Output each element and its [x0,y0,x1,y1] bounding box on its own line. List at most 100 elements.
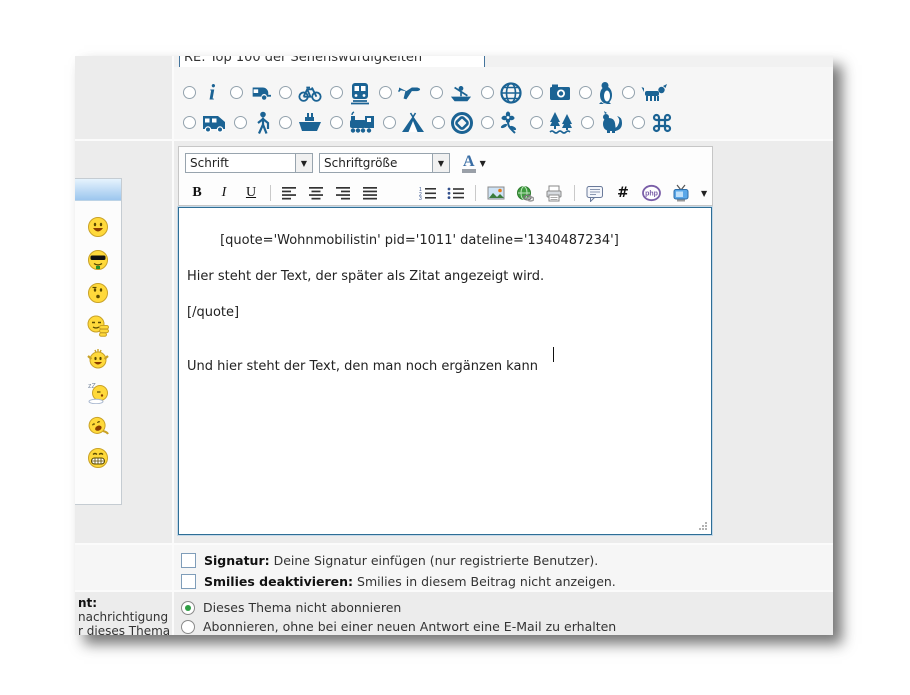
smilie-rofl[interactable] [86,413,110,437]
post-icon-radio-train[interactable] [330,86,343,99]
font-color-dropdown-arrow[interactable]: ▼ [480,159,486,168]
post-icon-radio-squirrel[interactable] [581,116,594,129]
post-icon-radio-flower[interactable] [481,116,494,129]
locomotive-icon [348,111,376,135]
signature-label: Signatur: Deine Signatur einfügen (nur r… [204,553,598,568]
resize-grip[interactable] [698,521,708,531]
post-icon-radio-tent[interactable] [383,116,396,129]
font-size-select[interactable]: Schriftgröße ▼ [319,153,450,173]
post-icon-radio-locomotive[interactable] [330,116,343,129]
smilie-cheer[interactable] [86,347,110,371]
smilie-column: zZ [75,141,172,543]
italic-button[interactable]: I [216,184,232,202]
penguin-icon [597,81,615,105]
smilie-panel: zZ [75,178,122,505]
smilie-huh[interactable] [86,281,110,305]
underline-button[interactable]: U [243,184,259,202]
subscription-label-fragment: r dieses Thema [78,624,170,635]
rowing-icon [448,82,474,104]
flower-icon [499,111,523,135]
message-textarea[interactable]: [quote='Wohnmobilistin' pid='1011' datel… [178,207,712,535]
subscription-label-fragment: nt: [78,596,97,610]
post-icon-radio-ship[interactable] [279,116,292,129]
bold-button[interactable]: B [189,184,205,202]
post-options-label-column [75,545,172,590]
smilie-smile[interactable] [86,215,110,239]
smilie-sleepy[interactable]: zZ [86,380,110,404]
post-icons-line-1: i [183,79,833,106]
post-icon-radio-caravan[interactable] [230,86,243,99]
post-icon-radio-penguin[interactable] [579,86,592,99]
train-icon [348,81,372,105]
font-family-select[interactable]: Schrift ▼ [185,153,313,173]
post-icon-radio-airplane[interactable] [379,86,392,99]
subject-input[interactable] [179,56,485,67]
airplane-icon [397,82,423,104]
hiker-icon [252,111,272,135]
smilie-panel-header [75,179,121,201]
park-trees-icon [548,111,574,135]
insert-link-icon[interactable] [516,184,534,202]
post-icons-row: i [75,67,833,139]
command-icon [650,111,674,135]
post-options-row: Signatur: Deine Signatur einfügen (nur r… [75,545,833,590]
insert-video-dropdown-arrow[interactable]: ▼ [701,189,707,198]
post-icon-radio-motorhome[interactable] [183,116,196,129]
caravan-icon [248,82,272,104]
font-color-letter: A [462,154,476,173]
subscribe-radio-0[interactable] [181,601,195,615]
font-color-button[interactable]: A ▼ [462,154,486,173]
post-icon-radio-command[interactable] [632,116,645,129]
font-family-value: Schrift [190,156,229,170]
font-family-dropdown-arrow[interactable]: ▼ [295,154,312,172]
smilie-cool[interactable] [86,248,110,272]
ship-icon [297,112,323,134]
spiral-emblem-icon [450,111,474,135]
signature-checkbox[interactable] [181,553,196,568]
justify-icon[interactable] [363,184,379,202]
insert-quote-icon[interactable] [586,184,604,202]
post-icon-radio-bicycle[interactable] [279,86,292,99]
post-icon-radio-camera[interactable] [530,86,543,99]
post-icons-label-column [75,67,172,139]
dog-icon [640,82,668,104]
squirrel-icon [599,111,625,135]
subscription-label-fragment: nachrichtigung [78,610,168,624]
post-icon-radio-spiral-emblem[interactable] [432,116,445,129]
align-right-icon[interactable] [336,184,352,202]
align-center-icon[interactable] [309,184,325,202]
post-editor-sheet: i [75,56,833,635]
insert-video-icon[interactable] [672,184,690,202]
subscribe-radio-1[interactable] [181,620,195,634]
smilie-punch[interactable] [86,314,110,338]
subject-row [75,56,833,67]
post-icon-radio-park-trees[interactable] [530,116,543,129]
insert-code-icon[interactable]: # [615,184,631,202]
post-icon-radio-info[interactable] [183,86,196,99]
toolbar-divider [270,185,271,201]
font-size-dropdown-arrow[interactable]: ▼ [432,154,449,172]
post-icon-radio-rowing[interactable] [430,86,443,99]
post-icon-radio-hiker[interactable] [234,116,247,129]
toolbar-divider [574,185,575,201]
insert-email-icon[interactable] [545,184,563,202]
ordered-list-icon[interactable]: 123 [419,184,436,202]
disable-smilies-checkbox[interactable] [181,574,196,589]
font-size-value: Schriftgröße [324,156,397,170]
insert-php-icon[interactable]: php [642,184,661,202]
subject-row-label-column [75,56,172,67]
svg-text:3: 3 [419,196,422,200]
bicycle-icon [297,82,323,104]
motorhome-icon [201,112,227,134]
align-left-icon[interactable] [282,184,298,202]
post-icon-radio-globe[interactable] [481,86,494,99]
subscribe-option-1-label: Abonnieren, ohne bei einer neuen Antwort… [203,619,616,634]
svg-text:i: i [209,82,216,104]
unordered-list-icon[interactable] [447,184,464,202]
toolbar-divider [475,185,476,201]
insert-image-icon[interactable] [487,184,505,202]
smilie-grin[interactable] [86,446,110,470]
post-icon-radio-dog[interactable] [622,86,635,99]
subscribe-option-0-label: Dieses Thema nicht abonnieren [203,600,401,615]
post-icons-line-2 [183,109,833,136]
